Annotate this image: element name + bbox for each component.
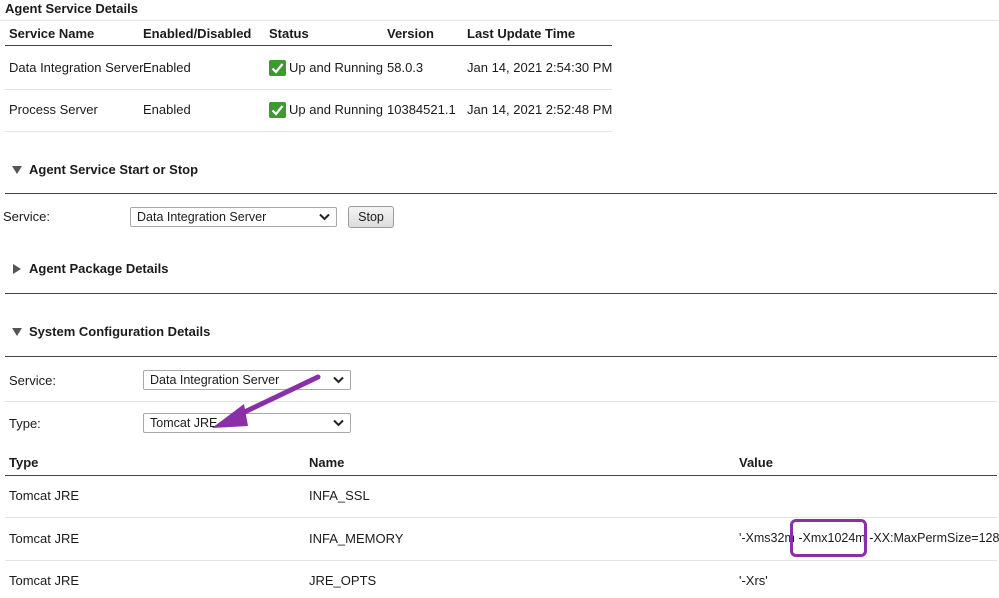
highlight-box — [790, 519, 867, 557]
annotation-arrow — [212, 374, 321, 428]
